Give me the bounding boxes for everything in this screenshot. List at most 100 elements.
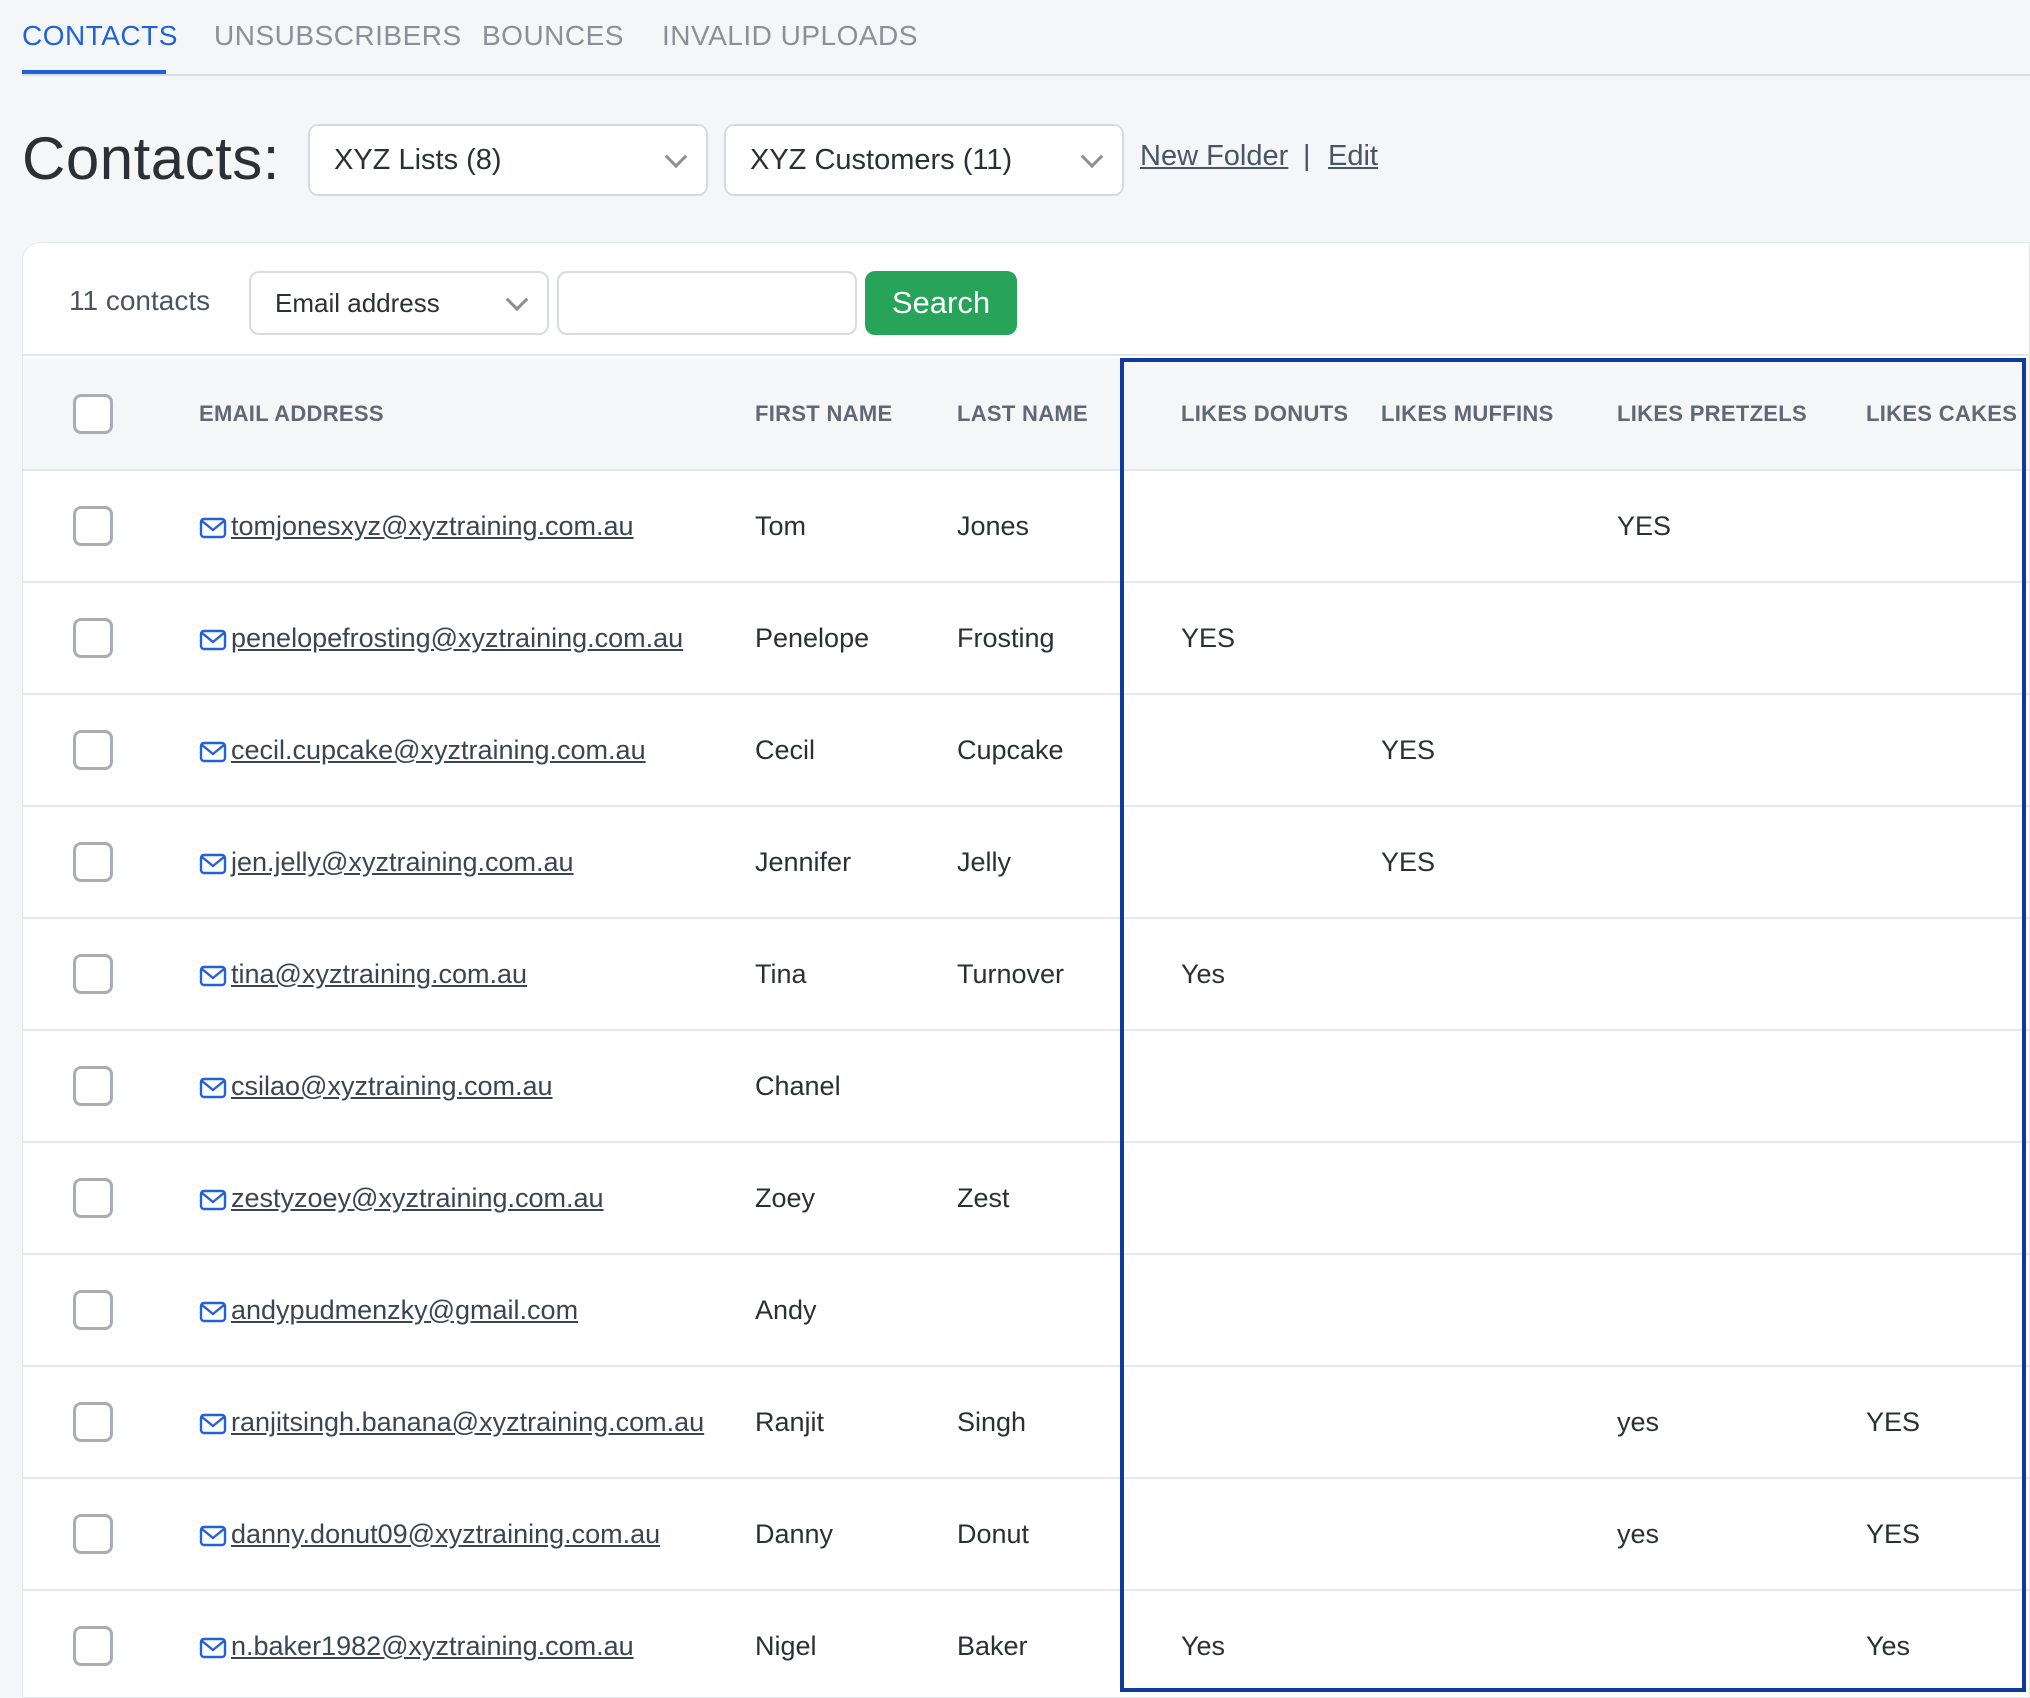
last-name-cell: Turnover [957,918,1153,1031]
tab-unsubscribers[interactable]: UNSUBSCRIBERS [214,20,462,52]
email-link[interactable]: penelopefrosting@xyztraining.com.au [231,623,683,654]
likes-muffins-cell [1381,1478,1617,1591]
first-name-cell: Chanel [755,1030,957,1143]
likes-cakes-cell [1866,918,2029,1031]
row-checkbox[interactable] [73,1514,113,1554]
email-cell: cecil.cupcake@xyztraining.com.au [199,735,755,766]
email-link[interactable]: tomjonesxyz@xyztraining.com.au [231,511,634,542]
row-checkbox[interactable] [73,1626,113,1666]
first-name-cell: Cecil [755,694,957,807]
likes-pretzels-cell [1617,1030,1866,1143]
column-header-first-name[interactable]: FIRST NAME [755,358,957,471]
contacts-card: 11 contacts Email address Search EMAIL A… [22,242,2030,1698]
column-header-last-name[interactable]: LAST NAME [957,358,1153,471]
edit-link[interactable]: Edit [1328,140,1378,173]
table-row: cecil.cupcake@xyztraining.com.au Cecil Cup… [23,694,2029,807]
likes-pretzels-cell [1617,582,1866,695]
last-name-cell: Frosting [957,582,1153,695]
tab-bounces[interactable]: BOUNCES [482,20,624,52]
email-link[interactable]: danny.donut09@xyztraining.com.au [231,1519,660,1550]
last-name-cell: Zest [957,1142,1153,1255]
chevron-down-icon [664,145,688,169]
email-link[interactable]: jen.jelly@xyztraining.com.au [231,847,574,878]
mail-icon [199,1075,227,1099]
email-link[interactable]: csilao@xyztraining.com.au [231,1071,553,1102]
last-name-cell: Singh [957,1366,1153,1479]
likes-cakes-cell [1866,694,2029,807]
email-link[interactable]: n.baker1982@xyztraining.com.au [231,1631,634,1662]
email-cell: csilao@xyztraining.com.au [199,1071,755,1102]
new-folder-link[interactable]: New Folder [1140,140,1288,173]
search-field-select[interactable]: Email address [249,271,549,335]
likes-donuts-cell: Yes [1153,1590,1381,1697]
likes-pretzels-cell [1617,1142,1866,1255]
last-name-cell: Jones [957,470,1153,583]
column-header-likes-donuts[interactable]: LIKES DONUTS [1153,358,1381,471]
email-link[interactable]: andypudmenzky@gmail.com [231,1295,578,1326]
tab-invalid-uploads[interactable]: INVALID UPLOADS [662,20,918,52]
likes-donuts-cell [1153,1254,1381,1367]
row-checkbox[interactable] [73,730,113,770]
likes-muffins-cell: YES [1381,806,1617,919]
contact-count: 11 contacts [69,285,211,316]
likes-donuts-cell [1153,1366,1381,1479]
likes-pretzels-cell [1617,1590,1866,1697]
email-link[interactable]: cecil.cupcake@xyztraining.com.au [231,735,646,766]
column-header-likes-cakes[interactable]: LIKES CAKES [1866,358,2029,471]
likes-donuts-cell: YES [1153,582,1381,695]
row-checkbox[interactable] [73,506,113,546]
row-checkbox[interactable] [73,1066,113,1106]
last-name-cell: Cupcake [957,694,1153,807]
table-row: danny.donut09@xyztraining.com.au Danny Don… [23,1478,2029,1591]
row-checkbox[interactable] [73,1402,113,1442]
likes-pretzels-cell: yes [1617,1366,1866,1479]
likes-cakes-cell: YES [1866,1478,2029,1591]
row-checkbox[interactable] [73,954,113,994]
tab-contacts[interactable]: CONTACTS [22,20,178,52]
likes-cakes-cell [1866,1142,2029,1255]
likes-pretzels-cell [1617,806,1866,919]
page-title: Contacts: [22,125,280,192]
last-name-cell [957,1030,1153,1143]
row-checkbox[interactable] [73,842,113,882]
link-separator: | [1303,140,1311,172]
likes-muffins-cell: YES [1381,694,1617,807]
likes-muffins-cell [1381,1590,1617,1697]
column-header-likes-pretzels[interactable]: LIKES PRETZELS [1617,358,1866,471]
mail-icon [199,1411,227,1435]
first-name-cell: Penelope [755,582,957,695]
mail-icon [199,1635,227,1659]
likes-donuts-cell: Yes [1153,918,1381,1031]
tab-bar: CONTACTS UNSUBSCRIBERS BOUNCES INVALID U… [22,0,2030,76]
likes-cakes-cell [1866,1254,2029,1367]
search-input[interactable] [557,271,857,335]
likes-cakes-cell: Yes [1866,1590,2029,1697]
search-button[interactable]: Search [865,271,1017,335]
column-header-likes-muffins[interactable]: LIKES MUFFINS [1381,358,1617,471]
likes-cakes-cell [1866,470,2029,583]
row-checkbox[interactable] [73,1290,113,1330]
column-header-email[interactable]: EMAIL ADDRESS [199,358,755,471]
likes-muffins-cell [1381,470,1617,583]
select-all-checkbox[interactable] [73,393,113,434]
table-row: zestyzoey@xyztraining.com.au Zoey Zest [23,1142,2029,1255]
likes-pretzels-cell: YES [1617,470,1866,583]
folder-select[interactable]: XYZ Customers (11) [724,124,1124,196]
email-link[interactable]: tina@xyztraining.com.au [231,959,527,990]
first-name-cell: Zoey [755,1142,957,1255]
mail-icon [199,515,227,539]
list-select[interactable]: XYZ Lists (8) [308,124,708,196]
email-link[interactable]: ranjitsingh.banana@xyztraining.com.au [231,1407,704,1438]
email-cell: ranjitsingh.banana@xyztraining.com.au [199,1407,755,1438]
likes-muffins-cell [1381,1366,1617,1479]
likes-donuts-cell [1153,470,1381,583]
mail-icon [199,739,227,763]
email-link[interactable]: zestyzoey@xyztraining.com.au [231,1183,604,1214]
table-row: csilao@xyztraining.com.au Chanel [23,1030,2029,1143]
row-checkbox[interactable] [73,1178,113,1218]
chevron-down-icon [505,288,529,312]
likes-cakes-cell [1866,806,2029,919]
likes-muffins-cell [1381,1142,1617,1255]
search-field-value: Email address [275,287,440,318]
row-checkbox[interactable] [73,618,113,658]
